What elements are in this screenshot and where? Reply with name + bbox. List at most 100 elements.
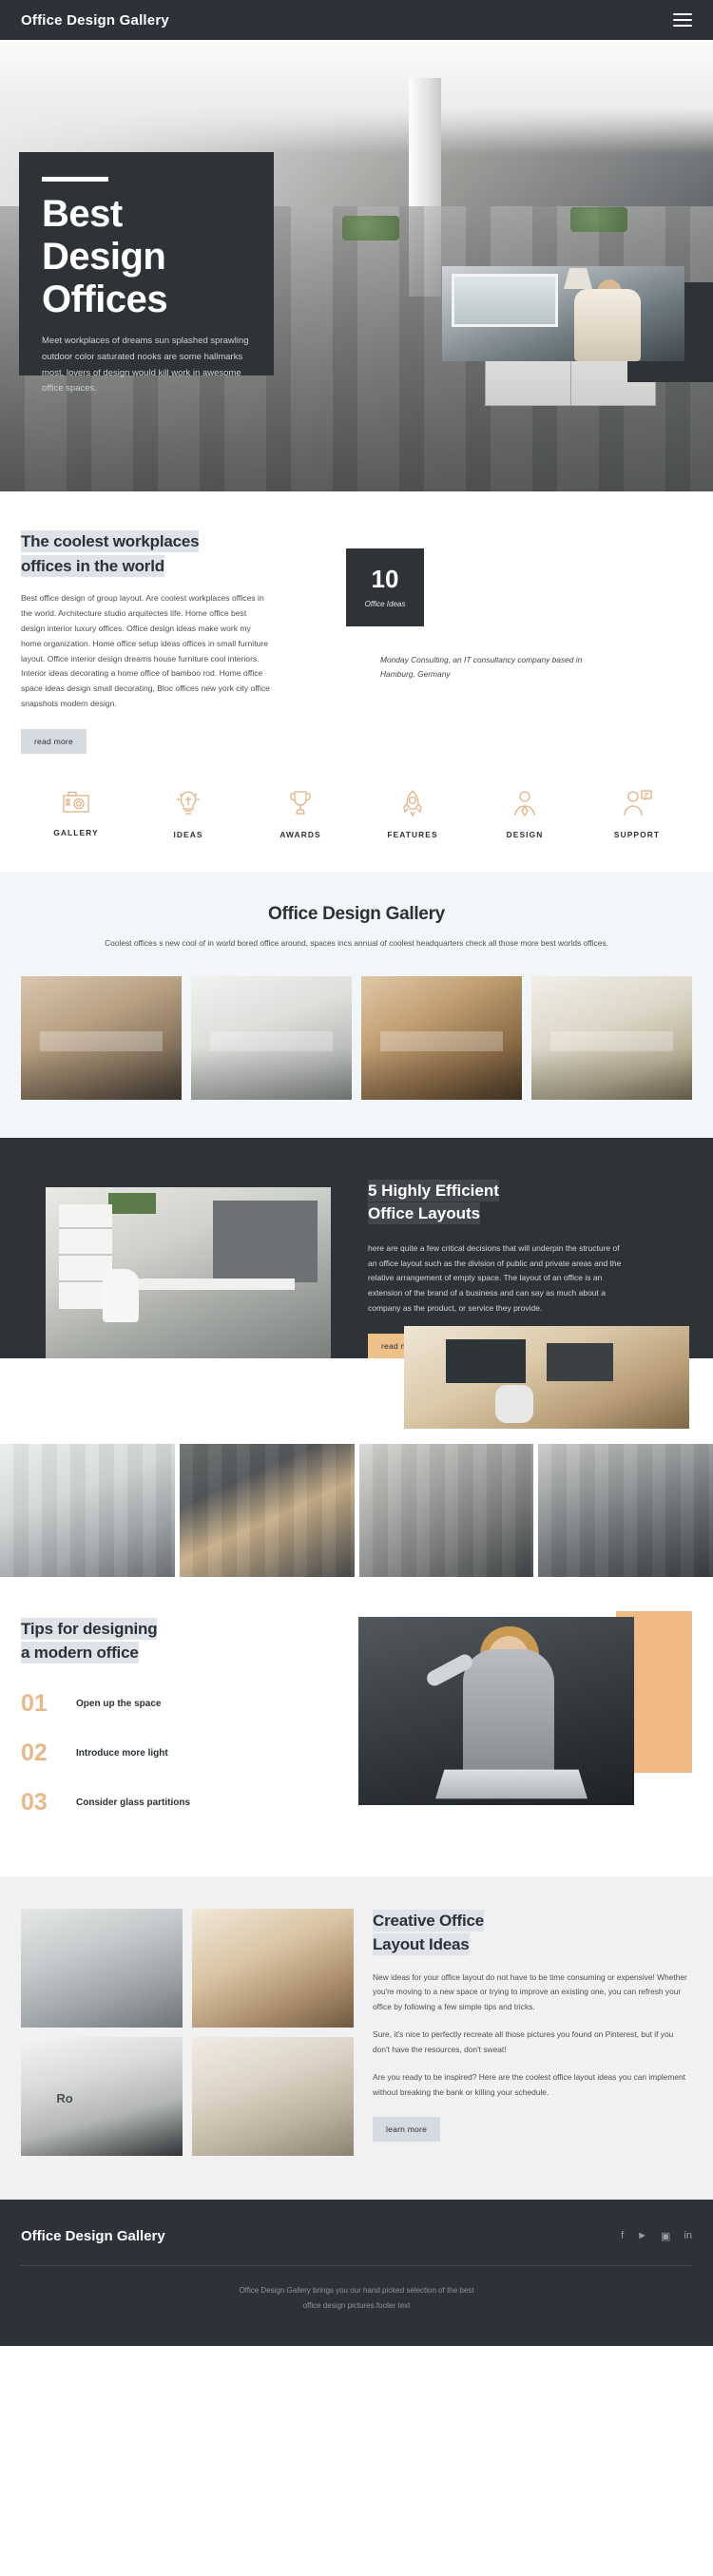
twitter-icon[interactable]: ► xyxy=(637,2230,647,2241)
intro-heading-line-1: The coolest workplaces xyxy=(21,530,200,552)
laptop-decor xyxy=(435,1769,588,1798)
hero-plant-icon xyxy=(342,216,399,240)
floating-desk-photo xyxy=(404,1325,689,1429)
creative-paragraph-3: Are you ready to be inspired? Here are t… xyxy=(373,2072,685,2097)
monitor-decor xyxy=(446,1338,526,1383)
linkedin-icon[interactable]: in xyxy=(684,2230,692,2241)
creative-image-3[interactable]: Ro xyxy=(21,2036,183,2156)
person-icon xyxy=(514,791,535,817)
chair-decor xyxy=(495,1384,533,1423)
photo-row-image-4[interactable] xyxy=(538,1443,713,1577)
creative-image-grid: Ro xyxy=(21,1908,354,2156)
layouts-heading-line-2: Office Layouts xyxy=(368,1202,481,1225)
gallery-section: Office Design Gallery Coolest offices s … xyxy=(0,872,713,1138)
photo-row-image-3[interactable] xyxy=(358,1443,534,1577)
feature-design[interactable]: DESIGN xyxy=(477,788,572,839)
feature-label: FEATURES xyxy=(387,830,438,840)
feature-label: IDEAS xyxy=(173,830,203,840)
feature-ideas[interactable]: IDEAS xyxy=(141,788,236,839)
tip-number: 03 xyxy=(21,1788,48,1816)
feature-awards[interactable]: AWARDS xyxy=(253,788,348,839)
office-ideas-badge: 10 Office Ideas xyxy=(346,548,424,626)
creative-heading-line-1: Creative Office xyxy=(373,1909,484,1932)
hero-plant-icon xyxy=(570,207,627,232)
tip-number: 01 xyxy=(21,1689,48,1717)
hamburger-icon[interactable] xyxy=(673,13,692,27)
tips-photo xyxy=(358,1616,634,1805)
gallery-heading: Office Design Gallery xyxy=(268,904,445,925)
tips-heading-line-2: a modern office xyxy=(21,1642,139,1664)
creative-image-4[interactable] xyxy=(192,2036,354,2156)
feature-label: DESIGN xyxy=(506,830,544,840)
gallery-subtitle: Coolest offices s new cool of in world b… xyxy=(105,938,608,949)
hero-rule xyxy=(42,177,108,182)
tip-text: Open up the space xyxy=(76,1698,162,1709)
hero-section: Best Design Offices Meet workplaces of d… xyxy=(0,40,713,491)
instagram-icon[interactable]: ▣ xyxy=(661,2230,670,2242)
site-brand[interactable]: Office Design Gallery xyxy=(21,12,169,29)
tips-list: 01 Open up the space 02 Introduce more l… xyxy=(21,1689,358,1816)
photo-row xyxy=(0,1443,713,1577)
facebook-icon[interactable]: f xyxy=(621,2230,624,2241)
features-row: GALLERY IDEAS AWARDS FEATURES DESIGN SUP… xyxy=(0,754,713,872)
desk-decor xyxy=(133,1278,295,1290)
photo-row-image-2[interactable] xyxy=(179,1443,355,1577)
hero-title-line-2: Design xyxy=(42,235,166,278)
chair-decor xyxy=(103,1268,139,1322)
monitor-decor xyxy=(547,1342,613,1381)
creative-text-column: Creative Office Layout Ideas New ideas f… xyxy=(373,1909,692,2156)
intro-heading-line-2: offices in the world xyxy=(21,554,164,577)
feature-support[interactable]: SUPPORT xyxy=(589,788,684,839)
feature-label: SUPPORT xyxy=(613,830,661,840)
gallery-grid xyxy=(21,975,692,1100)
hero-text-card: Best Design Offices Meet workplaces of d… xyxy=(19,152,274,394)
feature-gallery[interactable]: GALLERY xyxy=(29,788,124,839)
lightbulb-icon xyxy=(177,791,200,815)
intro-badge-column: 10 Office Ideas Monday Consulting, an IT… xyxy=(325,529,692,754)
creative-learn-more-button[interactable]: learn more xyxy=(373,2117,441,2143)
social-links: f ► ▣ in xyxy=(621,2230,692,2242)
intro-read-more-button[interactable]: read more xyxy=(21,729,87,755)
gallery-image-3[interactable] xyxy=(361,975,522,1100)
hero-person-body-decor xyxy=(574,289,641,361)
hero-window-decor xyxy=(452,274,558,327)
footer-note-line-1: Office Design Gallery brings you our han… xyxy=(239,2285,474,2295)
creative-paragraph-1: New ideas for your office layout do not … xyxy=(373,1971,687,2011)
creative-heading-line-2: Layout Ideas xyxy=(373,1933,470,1956)
tip-text: Consider glass partitions xyxy=(76,1797,191,1808)
hero-title-line-1: Best xyxy=(42,193,123,235)
tip-item: 02 Introduce more light xyxy=(21,1740,358,1765)
creative-section: Ro Creative Office Layout Ideas New idea… xyxy=(0,1875,713,2200)
feature-features[interactable]: FEATURES xyxy=(365,788,460,839)
footer-brand[interactable]: Office Design Gallery xyxy=(21,2228,165,2244)
feature-label: AWARDS xyxy=(279,830,321,840)
gallery-image-1[interactable] xyxy=(21,975,182,1100)
tip-text: Introduce more light xyxy=(76,1747,168,1759)
badge-caption: Office Ideas xyxy=(364,600,406,608)
hero-floating-photo xyxy=(442,266,684,361)
gallery-image-2[interactable] xyxy=(191,975,352,1100)
camera-icon xyxy=(63,791,89,813)
hero-lamp-decor xyxy=(564,268,592,289)
page-root: Office Design Gallery Best Design Office… xyxy=(0,0,713,2346)
footer-note-line-2: office design pictures.footer text xyxy=(302,2300,411,2310)
hero-paragraph: Meet workplaces of dreams sun splashed s… xyxy=(42,336,249,394)
creative-image-2[interactable] xyxy=(192,1908,354,2028)
rocket-icon xyxy=(403,790,422,817)
creative-heading: Creative Office Layout Ideas xyxy=(373,1909,692,1957)
footer-note: Office Design Gallery brings you our han… xyxy=(21,2283,692,2314)
intro-quote: Monday Consulting, an IT consultancy com… xyxy=(380,655,583,680)
tips-section: Tips for designing a modern office 01 Op… xyxy=(0,1577,713,1876)
layouts-heading: 5 Highly Efficient Office Layouts xyxy=(368,1179,692,1226)
intro-text-column: The coolest workplaces offices in the wo… xyxy=(21,529,325,755)
layouts-heading-line-1: 5 Highly Efficient xyxy=(368,1179,499,1201)
creative-image-1[interactable] xyxy=(21,1908,183,2028)
creative-paragraph-2: Sure, it's nice to perfectly recreate al… xyxy=(373,2029,674,2054)
photo-row-image-1[interactable] xyxy=(0,1443,175,1577)
tips-heading: Tips for designing a modern office xyxy=(21,1617,358,1665)
gallery-image-4[interactable] xyxy=(531,975,692,1100)
layouts-paragraph: here are quite a few critical decisions … xyxy=(368,1242,622,1313)
hero-title-line-3: Offices xyxy=(42,278,168,320)
intro-paragraph: Best office design of group layout. Are … xyxy=(21,593,270,709)
hero-title: Best Design Offices xyxy=(42,193,251,320)
